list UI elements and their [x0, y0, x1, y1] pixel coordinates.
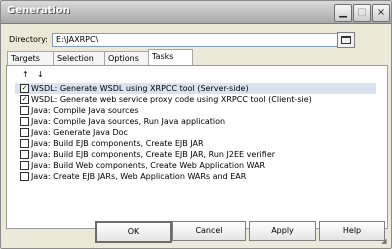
task-row[interactable]: Java: Create EJB JARs, Web Application W…	[15, 171, 376, 182]
browse-button[interactable]	[337, 32, 355, 48]
task-row[interactable]: Java: Build EJB components, Create EJB J…	[15, 149, 376, 160]
task-label: Java: Compile Java sources, Run Java app…	[31, 117, 226, 126]
apply-button[interactable]: Apply	[249, 221, 316, 241]
tab-selection[interactable]: Selection	[53, 51, 109, 66]
folder-icon	[341, 36, 351, 44]
task-label: Java: Build EJB components, Create EJB J…	[31, 139, 204, 148]
task-label: Java: Generate Java Doc	[31, 128, 128, 137]
title-bar: Generation ▁ □ ×	[1, 1, 391, 24]
minimize-icon: ▁	[339, 7, 347, 18]
task-list: ✓ WSDL: Generate WSDL using XRPCC tool (…	[15, 83, 376, 217]
task-checkbox[interactable]: ✓	[20, 95, 29, 104]
tab-tasks[interactable]: Tasks	[148, 49, 193, 66]
close-button[interactable]: ×	[372, 4, 390, 22]
task-row[interactable]: Java: Compile Java sources, Run Java app…	[15, 116, 376, 127]
task-label: Java: Compile Java sources	[31, 106, 139, 115]
task-label: Java: Build EJB components, Create EJB J…	[31, 150, 276, 159]
task-row[interactable]: Java: Build EJB components, Create EJB J…	[15, 138, 376, 149]
minimize-button[interactable]: ▁	[334, 4, 352, 22]
directory-label: Directory:	[9, 35, 48, 44]
window-title: Generation	[7, 5, 70, 16]
maximize-button[interactable]: □	[353, 4, 371, 22]
task-label: Java: Build Web components, Create Web A…	[31, 161, 266, 170]
task-label: WSDL: Generate web service proxy code us…	[31, 95, 312, 104]
task-row[interactable]: Java: Build Web components, Create Web A…	[15, 160, 376, 171]
resize-grip-icon[interactable]: ◢	[380, 237, 388, 245]
task-checkbox[interactable]	[20, 161, 29, 170]
ok-button[interactable]: OK	[95, 221, 172, 243]
task-row[interactable]: ✓ WSDL: Generate WSDL using XRPCC tool (…	[15, 83, 376, 94]
move-up-icon[interactable]: ↑	[22, 70, 29, 79]
task-checkbox[interactable]	[20, 128, 29, 137]
task-checkbox[interactable]	[20, 139, 29, 148]
task-checkbox[interactable]	[20, 106, 29, 115]
tab-options[interactable]: Options	[104, 51, 152, 66]
task-row[interactable]: Java: Compile Java sources	[15, 105, 376, 116]
help-button[interactable]: Help	[319, 221, 385, 241]
task-row[interactable]: Java: Generate Java Doc	[15, 127, 376, 138]
tab-targets[interactable]: Targets	[7, 51, 57, 66]
task-row[interactable]: ✓ WSDL: Generate web service proxy code …	[15, 94, 376, 105]
task-checkbox[interactable]	[20, 150, 29, 159]
generation-dialog: Generation ▁ □ × Directory: E:\JAXRPC\ T…	[0, 0, 392, 249]
task-checkbox[interactable]	[20, 117, 29, 126]
cancel-button[interactable]: Cancel	[172, 221, 246, 241]
task-checkbox[interactable]: ✓	[20, 84, 29, 93]
task-checkbox[interactable]	[20, 172, 29, 181]
task-label: Java: Create EJB JARs, Web Application W…	[31, 172, 247, 181]
close-icon: ×	[376, 7, 386, 18]
directory-input[interactable]: E:\JAXRPC\	[52, 33, 339, 47]
task-label: WSDL: Generate WSDL using XRPCC tool (Se…	[31, 84, 249, 93]
move-down-icon[interactable]: ↓	[37, 70, 44, 79]
maximize-icon: □	[357, 7, 367, 18]
